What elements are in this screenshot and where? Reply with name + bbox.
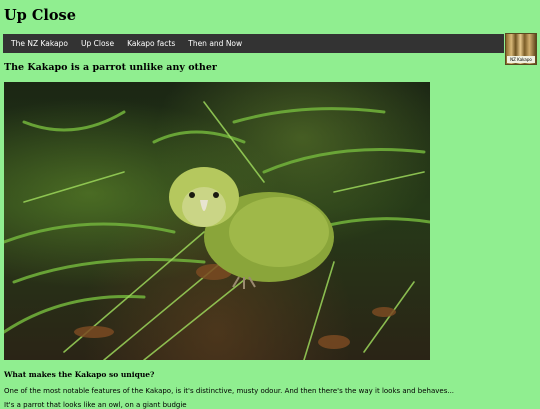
- page-subtitle: The Kakapo is a parrot unlike any other: [4, 62, 217, 73]
- kakapo-photo: [4, 82, 430, 360]
- nav-item-then-and-now[interactable]: Then and Now: [182, 39, 249, 48]
- kakapo-photo-illustration: [4, 101, 430, 360]
- nav-item-nz-kakapo[interactable]: The NZ Kakapo: [3, 39, 75, 48]
- paragraph-appearance: It's a parrot that looks like an owl, on…: [4, 401, 187, 409]
- site-logo[interactable]: NZ Kakapo: [505, 33, 537, 65]
- section-heading: What makes the Kakapo so unique?: [4, 370, 155, 379]
- nav-item-up-close[interactable]: Up Close: [75, 39, 121, 48]
- main-navbar: The NZ Kakapo Up Close Kakapo facts Then…: [3, 34, 504, 53]
- nav-item-kakapo-facts[interactable]: Kakapo facts: [121, 39, 182, 48]
- paragraph-odour: One of the most notable features of the …: [4, 387, 455, 395]
- logo-caption: NZ Kakapo: [507, 56, 535, 63]
- page-title: Up Close: [4, 7, 76, 24]
